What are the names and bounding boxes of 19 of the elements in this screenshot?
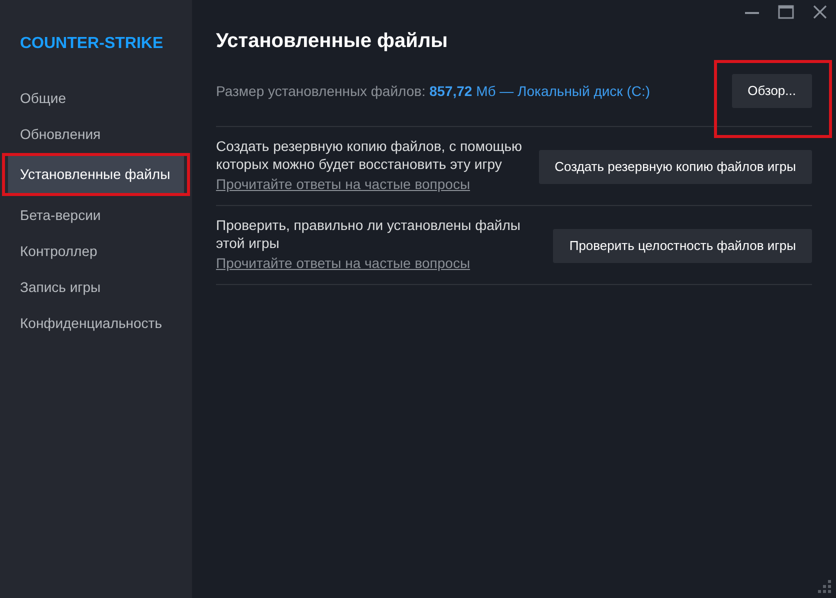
action-description: Создать резервную копию файлов, с помощью которых можно будет восстановить эту игру xyxy=(216,137,524,173)
sidebar-item[interactable]: Запись игры xyxy=(8,273,184,301)
sidebar-item[interactable]: Конфиденциальность xyxy=(8,309,184,337)
browse-button[interactable]: Обзор... xyxy=(732,74,812,108)
size-label: Размер установленных файлов: xyxy=(216,82,426,98)
page-title: Установленные файлы xyxy=(216,29,449,54)
faq-link[interactable]: Прочитайте ответы на частые вопросы xyxy=(216,176,470,192)
sidebar-item[interactable]: Контроллер xyxy=(8,237,184,265)
game-title: COUNTER-STRIKE xyxy=(19,34,164,54)
sidebar-item[interactable]: Установленные файлы xyxy=(8,156,184,193)
action-description: Проверить, правильно ли установлены файлы этой игры xyxy=(216,216,522,252)
action-button[interactable]: Проверить целостность файлов игры xyxy=(553,229,812,263)
sidebar-item[interactable]: Бета-версии xyxy=(8,201,184,229)
sidebar-item[interactable]: Обновления xyxy=(8,120,184,148)
sidebar-item[interactable]: Общие xyxy=(8,84,184,112)
resize-grip-icon[interactable] xyxy=(818,580,832,594)
action-button[interactable]: Создать резервную копию файлов игры xyxy=(538,150,812,184)
faq-link[interactable]: Прочитайте ответы на частые вопросы xyxy=(216,255,470,271)
size-value: 857,72 Мб — Локальный диск (С:) xyxy=(429,82,650,98)
